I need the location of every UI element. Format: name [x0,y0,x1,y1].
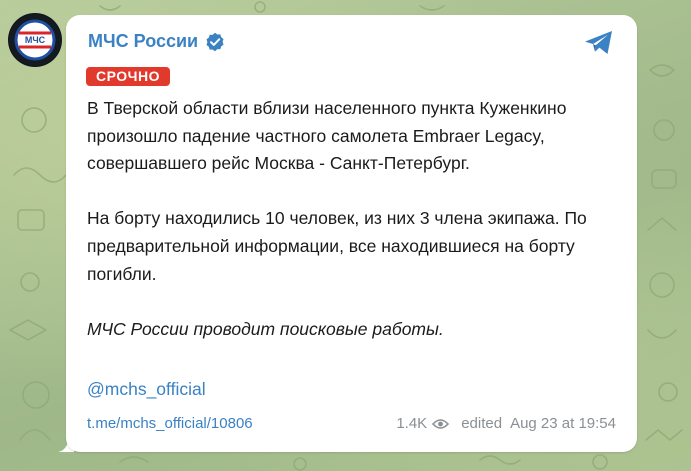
verified-badge-icon [206,32,224,51]
avatar-text: МЧС [25,35,46,45]
edited-label: edited [461,415,503,432]
channel-mention-link[interactable]: @mchs_official [87,379,206,400]
eye-icon [432,418,450,429]
message-paragraph-1: В Тверской области вблизи населенного пу… [87,98,567,174]
message-paragraph-3: МЧС России проводит поисковые работы. [87,318,444,339]
channel-name[interactable]: МЧС России [88,31,198,52]
message-text: В Тверской области вблизи населенного пу… [87,95,617,343]
view-count: 1.4K [396,415,428,432]
message-bubble: МЧС России СРОЧНО В Тверской области вбл… [66,15,637,452]
message-paragraph-2: На борту находились 10 человек, из них 3… [87,208,587,284]
message-timestamp: Aug 23 at 19:54 [510,415,616,432]
mchs-logo: МЧС [9,14,61,66]
urgent-badge-text: СРОЧНО [96,68,160,84]
share-button[interactable] [583,29,615,57]
channel-header[interactable]: МЧС России [88,31,225,52]
channel-avatar[interactable]: МЧС [8,13,62,67]
post-link[interactable]: t.me/mchs_official/10806 [87,415,253,432]
message-meta: 1.4K edited Aug 23 at 19:54 [396,415,616,432]
urgent-badge: СРОЧНО [86,67,170,86]
message-footer: t.me/mchs_official/10806 1.4K edited Aug… [87,415,616,435]
telegram-share-icon [585,31,612,54]
